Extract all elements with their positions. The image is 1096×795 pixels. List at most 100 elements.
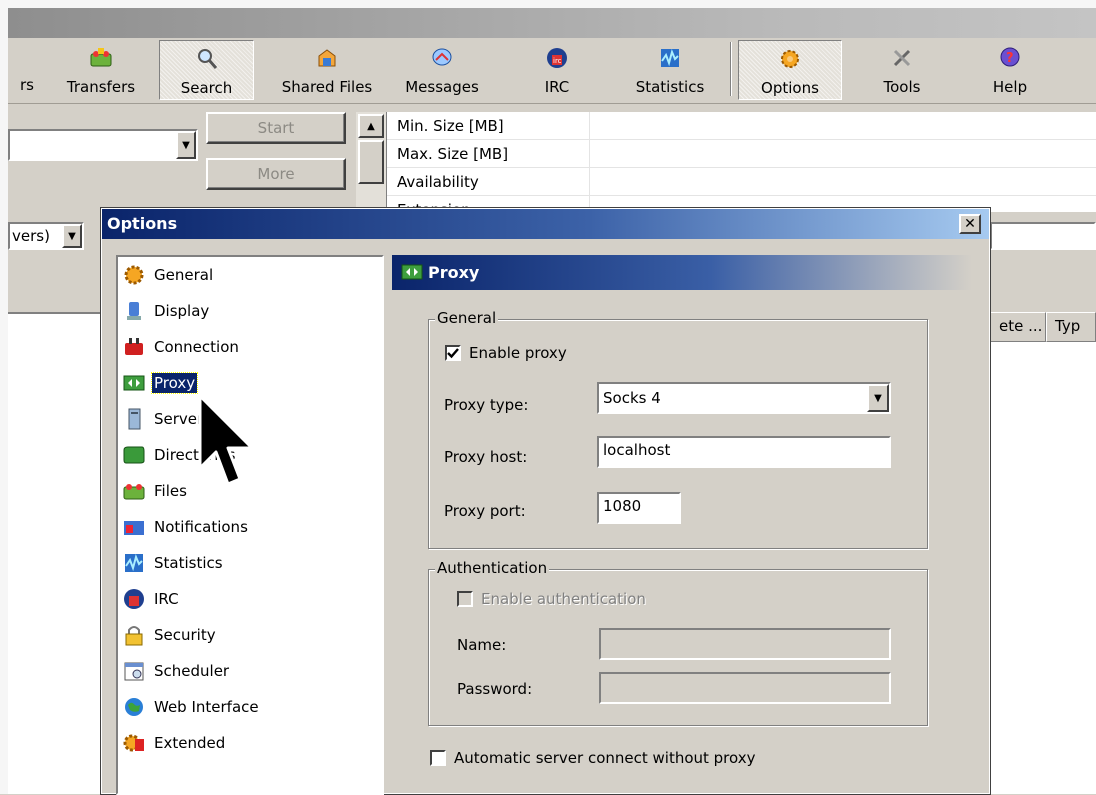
category-label: Web Interface	[154, 698, 259, 716]
toolbar-tools-button[interactable]: Tools	[862, 40, 942, 100]
close-icon[interactable]: ✕	[959, 214, 981, 234]
category-item-statistics[interactable]: Statistics	[122, 549, 225, 577]
scroll-thumb[interactable]	[358, 140, 384, 184]
checkmark-icon	[447, 348, 459, 359]
authentication-groupbox: Authentication Enable authentication Nam…	[428, 559, 928, 726]
enable-proxy-checkbox[interactable]: Enable proxy	[445, 344, 567, 362]
category-item-web-interface[interactable]: Web Interface	[122, 693, 261, 721]
directories-icon	[123, 446, 145, 464]
column-header[interactable]: Typ	[1046, 312, 1096, 342]
category-item-general[interactable]: General	[122, 261, 215, 289]
search-params-table: Min. Size [MB] Max. Size [MB] Availabili…	[386, 112, 1096, 224]
category-item-proxy[interactable]: Proxy	[122, 369, 199, 397]
notifications-icon	[124, 521, 144, 535]
toolbar-irc-button[interactable]: irc IRC	[522, 40, 592, 100]
scheduler-icon	[124, 662, 144, 681]
irc-icon: irc	[547, 48, 567, 68]
toolbar-label: Options	[761, 79, 819, 97]
toolbar-label: IRC	[544, 78, 570, 96]
messages-icon	[432, 48, 452, 66]
table-row[interactable]: Max. Size [MB]	[387, 140, 1096, 168]
search-name-combo[interactable]: ▼	[8, 129, 198, 161]
toolbar-shared-files-button[interactable]: Shared Files	[272, 40, 382, 100]
category-label: Display	[154, 302, 210, 320]
screen-border-top	[0, 0, 1096, 8]
auth-name-input[interactable]	[599, 628, 891, 660]
checkbox-box[interactable]	[457, 591, 473, 607]
category-item-connection[interactable]: Connection	[122, 333, 241, 361]
password-label: Password:	[457, 680, 533, 698]
category-item-display[interactable]: Display	[122, 297, 211, 325]
auth-password-input[interactable]	[599, 672, 891, 704]
chevron-down-icon[interactable]: ▼	[867, 384, 889, 412]
main-toolbar: rs Transfers Search Shared Files Message…	[8, 38, 1096, 104]
dialog-titlebar[interactable]: Options ✕	[102, 209, 989, 239]
category-item-notifications[interactable]: Notifications	[122, 513, 250, 541]
statistics-icon	[661, 48, 679, 67]
connection-icon	[125, 338, 143, 355]
checkbox-box[interactable]	[445, 345, 461, 361]
proxy-host-label: Proxy host:	[444, 448, 528, 466]
display-icon	[127, 302, 141, 320]
groupbox-legend: Authentication	[435, 559, 550, 577]
tools-icon	[893, 49, 911, 67]
start-button[interactable]: Start	[206, 112, 346, 144]
proxy-port-label: Proxy port:	[444, 502, 526, 520]
auto-connect-label: Automatic server connect without proxy	[454, 749, 756, 767]
screen-border-left	[0, 0, 8, 794]
toolbar-messages-button[interactable]: Messages	[392, 40, 492, 100]
param-label: Max. Size [MB]	[397, 145, 509, 163]
proxy-type-value: Socks 4	[603, 389, 661, 407]
toolbar-label: Tools	[883, 78, 921, 96]
category-label: Notifications	[154, 518, 248, 536]
toolbar-help-button[interactable]: ? Help	[968, 40, 1052, 100]
category-item-irc[interactable]: IRC	[122, 585, 181, 613]
toolbar-search-button[interactable]: Search	[159, 40, 254, 100]
options-icon	[781, 50, 799, 68]
table-row[interactable]: Availability	[387, 168, 1096, 196]
security-icon	[125, 626, 143, 646]
category-item-scheduler[interactable]: Scheduler	[122, 657, 231, 685]
name-label: Name:	[457, 636, 507, 654]
category-item-files[interactable]: Files	[122, 477, 189, 505]
proxy-icon	[123, 375, 145, 391]
more-button[interactable]: More	[206, 158, 346, 190]
category-label: Statistics	[154, 554, 223, 572]
proxy-port-input[interactable]: 1080	[597, 492, 681, 524]
groupbox-legend: General	[435, 309, 499, 327]
params-scrollbar[interactable]: ▲	[356, 112, 386, 212]
proxy-type-select[interactable]: Socks 4 ▼	[597, 382, 891, 414]
checkbox-box[interactable]	[430, 750, 446, 766]
category-item-security[interactable]: Security	[122, 621, 218, 649]
proxy-icon	[401, 264, 423, 280]
enable-proxy-label: Enable proxy	[469, 344, 567, 362]
table-row[interactable]: Min. Size [MB]	[387, 112, 1096, 140]
category-item-extended[interactable]: Extended	[122, 729, 227, 757]
category-label: Files	[154, 482, 187, 500]
toolbar-transfers-button[interactable]: Transfers	[58, 40, 144, 100]
chevron-down-icon[interactable]: ▼	[62, 224, 82, 248]
search-icon	[197, 49, 217, 69]
chevron-down-icon[interactable]: ▼	[176, 131, 196, 159]
enable-authentication-checkbox[interactable]: Enable authentication	[457, 590, 646, 608]
scroll-up-arrow-icon[interactable]: ▲	[358, 114, 384, 138]
statistics-icon	[125, 553, 143, 572]
toolbar-statistics-button[interactable]: Statistics	[620, 40, 720, 100]
web-interface-icon	[125, 698, 143, 716]
mouse-pointer-icon	[198, 394, 254, 486]
toolbar-partial-label: rs	[20, 76, 34, 94]
toolbar-label: Help	[992, 78, 1028, 96]
main-window-titlebar[interactable]	[8, 8, 1096, 38]
proxy-host-input[interactable]: localhost	[597, 436, 891, 468]
category-item-server[interactable]: Server	[122, 405, 205, 433]
transfers-icon	[90, 48, 112, 67]
page-header: Proxy	[392, 255, 972, 290]
column-header[interactable]: ete ...	[990, 312, 1046, 342]
toolbar-options-button[interactable]: Options	[738, 40, 842, 100]
auto-connect-checkbox[interactable]: Automatic server connect without proxy	[430, 749, 756, 767]
server-scope-combo[interactable]: vers) ▼	[8, 222, 84, 250]
toolbar-label: Transfers	[66, 78, 136, 96]
search-type-field[interactable]	[990, 222, 1096, 250]
category-label: IRC	[154, 590, 179, 608]
param-label: Availability	[397, 173, 479, 191]
